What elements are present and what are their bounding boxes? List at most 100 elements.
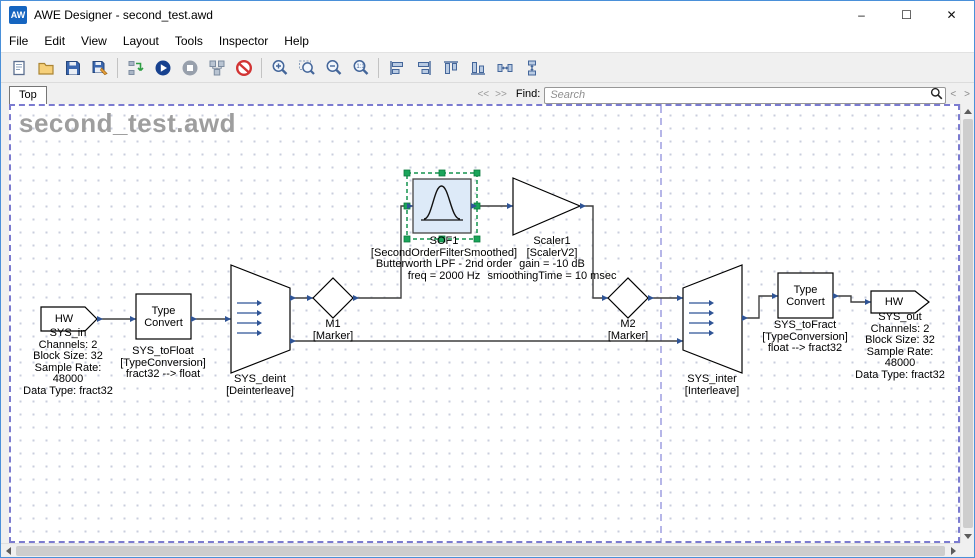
sys-out-blocksize: Block Size: 32: [850, 335, 950, 347]
block-sof1[interactable]: [413, 179, 471, 233]
sys-out-name: SYS_out: [850, 312, 950, 324]
m1-name: M1: [283, 319, 383, 331]
align-left-icon: [388, 59, 406, 77]
workspace: second_test.awd: [1, 104, 974, 557]
scroll-down-icon: [964, 534, 972, 539]
find-prev-button[interactable]: <: [946, 89, 960, 104]
find-next-button[interactable]: >: [960, 89, 974, 104]
save-as-floppy-pencil-icon: [91, 59, 109, 77]
scroll-up-button[interactable]: [961, 104, 975, 118]
menu-help[interactable]: Help: [276, 29, 317, 52]
app-window: AW AWE Designer - second_test.awd – ☐ ✕ …: [0, 0, 975, 558]
block-m2[interactable]: [608, 278, 648, 318]
scaler1-smoothing: smoothingTime = 10 msec: [467, 271, 637, 283]
disconnect-target-button[interactable]: [230, 55, 257, 81]
zoom-to-selection-button[interactable]: [293, 55, 320, 81]
menu-file[interactable]: File: [1, 29, 36, 52]
scaler1-gain: gain = -10 dB: [467, 259, 637, 271]
horizontal-scrollbar[interactable]: [1, 543, 960, 557]
m1-caption: M1 [Marker]: [283, 319, 383, 342]
design-canvas[interactable]: second_test.awd: [9, 104, 960, 543]
search-box: [544, 85, 946, 102]
block-sys-inter[interactable]: [683, 265, 742, 373]
align-bottom-icon: [469, 59, 487, 77]
align-right-icon: [415, 59, 433, 77]
block-scaler1[interactable]: [513, 178, 580, 235]
toolbar: 1:1: [1, 53, 974, 83]
build-and-run-button[interactable]: [149, 55, 176, 81]
zoom-actual-icon: 1:1: [352, 59, 370, 77]
distribute-vertical-button[interactable]: [518, 55, 545, 81]
block-m1[interactable]: [313, 278, 353, 318]
propagate-changes-icon: [127, 59, 145, 77]
sys-out-datatype: Data Type: fract32: [850, 370, 950, 382]
maximize-button[interactable]: ☐: [884, 1, 929, 29]
app-icon: AW: [9, 6, 27, 24]
sys-in-name: SYS_in: [18, 328, 118, 340]
menu-tools[interactable]: Tools: [167, 29, 211, 52]
history-back-button[interactable]: <<: [474, 89, 492, 104]
align-bottom-button[interactable]: [464, 55, 491, 81]
m1-type: [Marker]: [283, 331, 383, 343]
menu-inspector[interactable]: Inspector: [211, 29, 276, 52]
zoom-out-button[interactable]: [320, 55, 347, 81]
scroll-down-button[interactable]: [961, 529, 975, 543]
history-forward-button[interactable]: >>: [492, 89, 510, 104]
menu-layout[interactable]: Layout: [115, 29, 167, 52]
sys-tofract-body-label: Type Convert: [778, 273, 833, 318]
menu-edit[interactable]: Edit: [36, 29, 73, 52]
horizontal-scroll-thumb[interactable]: [16, 546, 945, 556]
zoom-actual-size-button[interactable]: 1:1: [347, 55, 374, 81]
zoom-selection-icon: [298, 59, 316, 77]
align-right-button[interactable]: [410, 55, 437, 81]
tab-row: Top << >> Find: < >: [1, 83, 974, 104]
open-folder-icon: [37, 59, 55, 77]
sys-out-samplerate: Sample Rate: 48000: [850, 347, 950, 370]
open-design-button[interactable]: [32, 55, 59, 81]
sys-inter-type: [Interleave]: [652, 386, 772, 398]
stop-icon: [181, 59, 199, 77]
distribute-vertical-icon: [523, 59, 541, 77]
new-design-icon: [10, 59, 28, 77]
align-top-icon: [442, 59, 460, 77]
align-left-button[interactable]: [383, 55, 410, 81]
tab-top[interactable]: Top: [9, 86, 47, 104]
save-floppy-icon: [64, 59, 82, 77]
close-button[interactable]: ✕: [929, 1, 974, 29]
scroll-right-button[interactable]: [946, 544, 960, 558]
m2-type: [Marker]: [578, 331, 678, 343]
menu-bar: File Edit View Layout Tools Inspector He…: [1, 29, 974, 53]
sys-deint-caption: SYS_deint [Deinterleave]: [200, 374, 320, 397]
block-sys-deint[interactable]: [231, 265, 290, 373]
vertical-scroll-thumb[interactable]: [963, 119, 973, 528]
sys-tofloat-name: SYS_toFloat: [98, 346, 228, 358]
window-controls: – ☐ ✕: [839, 1, 974, 29]
vertical-scrollbar[interactable]: [960, 104, 974, 543]
sys-tofloat-body-label: Type Convert: [136, 294, 191, 339]
scroll-left-button[interactable]: [1, 544, 15, 558]
minimize-button[interactable]: –: [839, 1, 884, 29]
distribute-horizontal-button[interactable]: [491, 55, 518, 81]
save-design-as-button[interactable]: [86, 55, 113, 81]
search-icon[interactable]: [930, 87, 943, 105]
no-entry-icon: [235, 59, 253, 77]
menu-view[interactable]: View: [73, 29, 115, 52]
wire-inter-toFract[interactable]: [742, 296, 778, 318]
sys-in-datatype: Data Type: fract32: [18, 386, 118, 398]
search-input[interactable]: [544, 87, 946, 104]
sys-inter-caption: SYS_inter [Interleave]: [652, 374, 772, 397]
align-top-button[interactable]: [437, 55, 464, 81]
zoom-in-button[interactable]: [266, 55, 293, 81]
sys-out-hw-badge: HW: [871, 291, 917, 313]
propagate-changes-button[interactable]: [122, 55, 149, 81]
new-design-button[interactable]: [5, 55, 32, 81]
stop-audio-button[interactable]: [176, 55, 203, 81]
target-config-button[interactable]: [203, 55, 230, 81]
target-config-icon: [208, 59, 226, 77]
save-design-button[interactable]: [59, 55, 86, 81]
scaler1-name: Scaler1: [467, 236, 637, 248]
toolbar-separator: [378, 58, 379, 78]
scroll-right-icon: [951, 547, 956, 555]
toolbar-separator: [117, 58, 118, 78]
sys-deint-type: [Deinterleave]: [200, 386, 320, 398]
